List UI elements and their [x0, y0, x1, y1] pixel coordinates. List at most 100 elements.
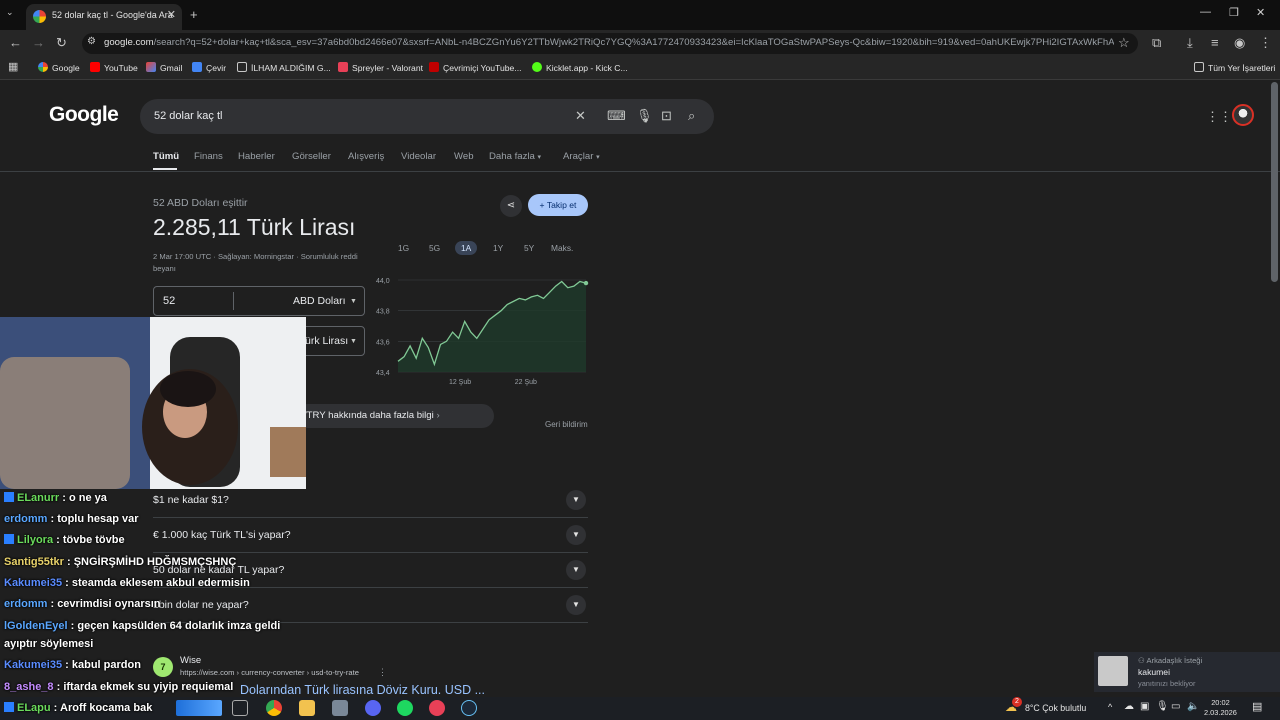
range-max[interactable]: Maks.: [551, 243, 573, 253]
notification-name: kakumei: [1138, 667, 1170, 677]
tab-close-icon[interactable]: ✕: [167, 8, 176, 21]
tab-shopping[interactable]: Alışveriş: [348, 151, 384, 162]
page-scrollbar[interactable]: [1271, 82, 1278, 282]
search-box[interactable]: [140, 99, 714, 134]
apps-grid-icon[interactable]: ▦: [8, 60, 18, 73]
result-site-name[interactable]: Wise: [180, 655, 201, 666]
bookmark-gmail[interactable]: Gmail: [146, 62, 182, 73]
chevron-down-icon[interactable]: ▼: [566, 490, 586, 510]
url-text[interactable]: google.com/search?q=52+dolar+kaç+tl&sca_…: [104, 37, 1114, 48]
back-icon[interactable]: ←: [9, 35, 22, 50]
tab-finance[interactable]: Finans: [194, 151, 223, 162]
feedback-link[interactable]: Geri bildirim: [545, 420, 588, 429]
tab-title: 52 dolar kaç tl - Google'da Ara: [52, 10, 173, 20]
search-input[interactable]: 52 dolar kaç tl: [154, 110, 222, 122]
search-icon[interactable]: ⌕: [688, 108, 695, 124]
range-1y[interactable]: 1Y: [493, 243, 503, 253]
bookmark-folder[interactable]: İLHAM ALDIĞIM G...: [237, 62, 331, 73]
bookmark-kicklet[interactable]: Kicklet.app - Kick C...: [532, 62, 628, 73]
wise-logo-icon[interactable]: 7: [153, 657, 173, 677]
minimize-icon[interactable]: —: [1200, 6, 1211, 18]
to-currency-select[interactable]: ürk Lirası: [305, 335, 348, 347]
tab-videos[interactable]: Videolar: [401, 151, 436, 162]
clear-icon[interactable]: ✕: [575, 108, 586, 124]
app-red-icon[interactable]: [429, 700, 445, 716]
tab-tools[interactable]: Araçlar ▾: [563, 151, 600, 162]
more-info-link[interactable]: /TRY hakkında daha fazla bilgi ›: [304, 410, 440, 421]
bookmark-label: Çevrimiçi YouTube...: [443, 63, 522, 73]
new-tab-button[interactable]: +: [190, 7, 198, 22]
reload-icon[interactable]: ↻: [56, 35, 67, 51]
tray-network-icon[interactable]: ▭: [1171, 701, 1180, 712]
restore-icon[interactable]: ❐: [1229, 6, 1239, 19]
tab-all[interactable]: Tümü: [153, 151, 179, 162]
chrome-taskbar-icon[interactable]: [266, 700, 282, 716]
follow-button[interactable]: + Takip et: [528, 194, 588, 216]
tab-more[interactable]: Daha fazla ▾: [489, 151, 541, 162]
extensions-icon[interactable]: ⧉: [1152, 35, 1161, 51]
tray-app-icon[interactable]: ▣: [1140, 701, 1149, 712]
youtube-online-icon: [429, 62, 439, 72]
result-url[interactable]: https://wise.com › currency-converter › …: [180, 668, 359, 677]
tray-mic-icon[interactable]: 🎙: [1156, 701, 1169, 712]
clock[interactable]: 20:02 2.03.2026: [1204, 698, 1237, 718]
window-close-icon[interactable]: ✕: [1256, 6, 1265, 19]
range-1g[interactable]: 1G: [398, 243, 409, 253]
downloads-icon[interactable]: ⤓: [1187, 35, 1193, 51]
chevron-down-icon[interactable]: ▼: [566, 525, 586, 545]
google-logo[interactable]: Google: [49, 103, 119, 127]
bookmark-google[interactable]: Google: [38, 62, 80, 73]
profile-icon[interactable]: ◉: [1234, 35, 1245, 51]
mic-icon[interactable]: 🎙: [636, 108, 653, 124]
chevron-down-icon[interactable]: ▼: [566, 595, 586, 615]
chat-badge-icon: [4, 492, 14, 502]
weather-text[interactable]: 8°C Çok bulutlu: [1025, 703, 1086, 713]
chat-username: Kakumei35: [4, 577, 63, 589]
chat-text: kabul pardon: [71, 659, 141, 671]
media-icon[interactable]: ≡: [1211, 35, 1219, 50]
bookmark-valorant[interactable]: Spreyler - Valorant: [338, 62, 423, 73]
spotify-icon[interactable]: [397, 700, 413, 716]
share-icon[interactable]: ⋖: [500, 195, 522, 217]
amount-input[interactable]: 52: [163, 295, 175, 307]
range-5g[interactable]: 5G: [429, 243, 440, 253]
exchange-rate-chart[interactable]: 44,0 43,8 43,6 43,4 12 Şub 22 Şub: [372, 270, 592, 390]
lens-icon[interactable]: ⊡: [661, 108, 672, 124]
keyboard-icon[interactable]: ⌨: [607, 108, 626, 124]
tab-search-icon[interactable]: ⌄: [6, 7, 14, 18]
chevron-down-icon[interactable]: ▼: [566, 560, 586, 580]
account-avatar[interactable]: [1232, 104, 1254, 126]
chat-message: Kakumei35 : steamda eklesem akbul edermi…: [4, 577, 250, 589]
tab-news[interactable]: Haberler: [238, 151, 275, 162]
bookmark-star-icon[interactable]: ☆: [1118, 35, 1130, 51]
app-taskbar-icon[interactable]: [332, 700, 348, 716]
from-currency-select[interactable]: ABD Doları: [293, 295, 346, 307]
paa-question[interactable]: 1bin dolar ne yapar?: [153, 599, 249, 611]
browser-tab[interactable]: 52 dolar kaç tl - Google'da Ara ✕: [26, 4, 182, 30]
forward-icon[interactable]: →: [32, 35, 45, 50]
bookmark-youtube-online[interactable]: Çevrimiçi YouTube...: [429, 62, 522, 73]
range-1a[interactable]: 1A: [455, 241, 478, 255]
range-5y[interactable]: 5Y: [524, 243, 534, 253]
bookmark-cevir[interactable]: Çevir: [192, 62, 226, 73]
tab-images[interactable]: Görseller: [292, 151, 331, 162]
tray-volume-icon[interactable]: 🔈: [1187, 701, 1199, 712]
taskbar-preview-thumbnail[interactable]: [176, 700, 222, 716]
site-info-icon[interactable]: ⚙: [87, 36, 96, 47]
tray-cloud-icon[interactable]: ☁: [1124, 701, 1134, 712]
discord-icon[interactable]: [365, 700, 381, 716]
bookmark-youtube[interactable]: YouTube: [90, 62, 138, 73]
tab-web[interactable]: Web: [454, 151, 474, 162]
file-explorer-icon[interactable]: [299, 700, 315, 716]
result-menu-icon[interactable]: ⋮: [378, 667, 387, 678]
menu-icon[interactable]: ⋮: [1259, 35, 1272, 51]
task-view-icon[interactable]: [232, 700, 248, 716]
result-title[interactable]: Dolarından Türk lirasına Döviz Kuru. USD…: [240, 683, 485, 697]
tray-chevron-icon[interactable]: ^: [1108, 702, 1112, 712]
tab-tools-label: Araçlar: [563, 151, 594, 162]
steam-icon[interactable]: [461, 700, 477, 716]
paa-question[interactable]: $1 ne kadar $1?: [153, 494, 229, 506]
notification-center-icon[interactable]: ▤: [1252, 700, 1262, 713]
all-bookmarks[interactable]: Tüm Yer İşaretleri: [1194, 62, 1275, 73]
paa-question[interactable]: € 1.000 kaç Türk TL'si yapar?: [153, 529, 291, 541]
